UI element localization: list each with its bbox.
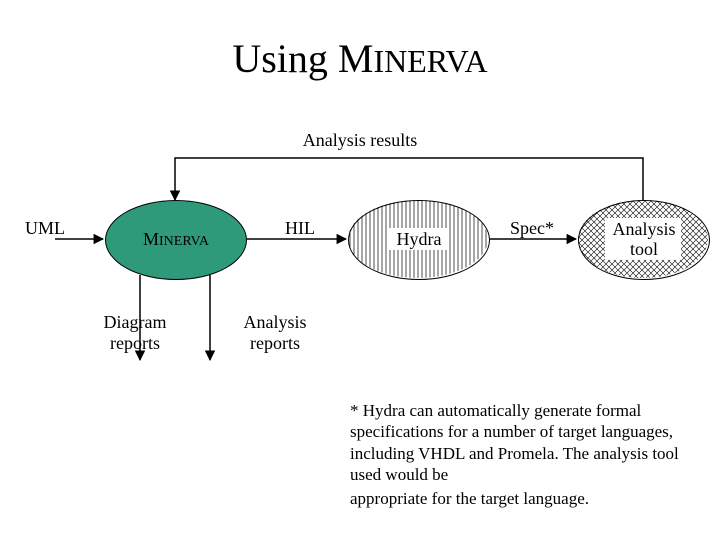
page-title: Using MINERVA [0, 35, 720, 82]
footnote-text: * Hydra can automatically generate forma… [350, 400, 680, 485]
hil-label: HIL [285, 218, 315, 239]
analysis-tool-label: Analysis tool [613, 220, 676, 260]
footnote-text-2: appropriate for the target language. [350, 488, 680, 509]
analysis-reports-label: Analysis reports [215, 312, 335, 354]
analysis-tool-node: Analysis tool [578, 200, 710, 280]
hydra-label: Hydra [397, 230, 442, 250]
analysis-results-label: Analysis results [0, 130, 720, 151]
diagram-reports-label: Diagram reports [75, 312, 195, 354]
minerva-caps: INERVA [159, 234, 209, 249]
title-pre: Using M [232, 36, 373, 81]
uml-label: UML [25, 218, 65, 239]
minerva-pre: M [143, 229, 159, 249]
minerva-node: MINERVA [105, 200, 247, 280]
spec-label: Spec* [510, 218, 554, 239]
title-caps: INERVA [373, 43, 487, 79]
hydra-node: Hydra [348, 200, 490, 280]
